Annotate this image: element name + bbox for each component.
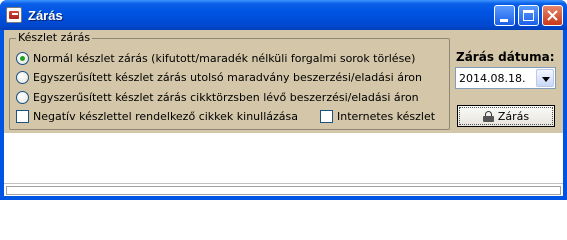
log-area (4, 135, 563, 183)
radio-normal-zaras[interactable]: Normál készlet zárás (kifutott/maradék n… (16, 52, 415, 65)
minimize-icon (500, 19, 508, 22)
radio-normal-indicator[interactable] (16, 52, 29, 65)
checkbox-internetes-box[interactable] (320, 110, 333, 123)
lock-icon (482, 110, 494, 122)
report-icon (6, 7, 22, 23)
window-title: Zárás (28, 8, 63, 23)
checkbox-negativ-keszlet[interactable]: Negatív készlettel rendelkező cikkek kin… (16, 110, 298, 123)
title-bar[interactable]: Zárás (0, 0, 567, 30)
minimize-button[interactable] (494, 5, 515, 26)
options-panel: Készlet zárás Normál készlet zárás (kifu… (4, 30, 563, 133)
chevron-down-icon[interactable] (536, 69, 554, 87)
radio-utolso-label: Egyszerűsített készlet zárás utolsó mara… (33, 71, 422, 84)
maximize-icon (523, 10, 534, 21)
radio-utolso-indicator[interactable] (16, 71, 29, 84)
zaras-button[interactable]: Zárás (457, 105, 555, 127)
zaras-button-label: Zárás (497, 109, 530, 123)
client-area: Készlet zárás Normál készlet zárás (kifu… (4, 30, 563, 196)
zaras-date-picker[interactable]: 2014.08.18. (455, 67, 556, 89)
checkbox-negativ-box[interactable] (16, 110, 29, 123)
zaras-window: Zárás Készlet zárás Normál készlet zárás… (0, 0, 567, 200)
radio-cikktorzs-label: Egyszerűsített készlet zárás cikktörzsbe… (33, 91, 419, 104)
keszlet-zaras-group: Készlet zárás Normál készlet zárás (kifu… (9, 31, 450, 130)
date-title: Zárás dátuma: (456, 50, 555, 64)
date-value[interactable]: 2014.08.18. (459, 72, 525, 85)
group-legend: Készlet zárás (16, 31, 93, 44)
radio-cikktorzs[interactable]: Egyszerűsített készlet zárás cikktörzsbe… (16, 91, 419, 104)
radio-cikktorzs-indicator[interactable] (16, 91, 29, 104)
checkbox-negativ-label: Negatív készlettel rendelkező cikkek kin… (33, 110, 298, 123)
close-button[interactable] (542, 5, 563, 26)
maximize-button[interactable] (518, 5, 539, 26)
progress-bar (4, 183, 563, 196)
checkbox-internetes-keszlet[interactable]: Internetes készlet (320, 110, 435, 123)
checkbox-internetes-label: Internetes készlet (337, 110, 436, 123)
radio-utolso-maradvany[interactable]: Egyszerűsített készlet zárás utolsó mara… (16, 71, 422, 84)
radio-normal-label: Normál készlet zárás (kifutott/maradék n… (33, 52, 416, 65)
close-icon (547, 10, 558, 21)
progress-track (6, 186, 561, 195)
